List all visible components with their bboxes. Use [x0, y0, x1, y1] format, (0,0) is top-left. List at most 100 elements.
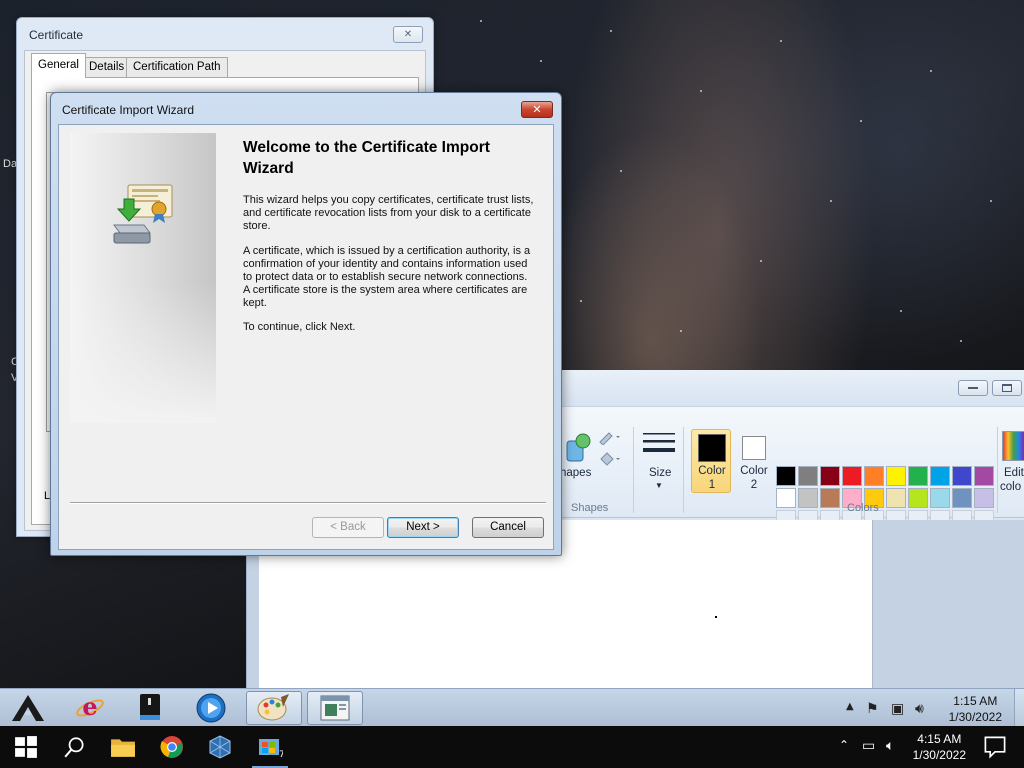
chrome-icon[interactable] [159, 735, 185, 759]
media-player-icon [196, 693, 226, 723]
edit-colors-label-2[interactable]: colo [1000, 481, 1021, 493]
palette-swatch[interactable] [930, 466, 950, 486]
palette-swatch[interactable] [776, 466, 796, 486]
fill-bucket-icon[interactable] [597, 451, 623, 467]
wizard-side-banner [70, 133, 216, 423]
palette-swatch[interactable] [908, 488, 928, 508]
close-icon: ✕ [532, 103, 542, 116]
wizard-divider [70, 502, 546, 504]
palette-swatch[interactable] [776, 488, 796, 508]
svg-text:e: e [82, 693, 97, 721]
taskbar-media-player-button[interactable] [183, 691, 239, 725]
desktop-icon-label[interactable]: Da [3, 158, 17, 170]
edit-colors-icon[interactable] [1002, 431, 1024, 461]
taskbar-drive-button[interactable] [122, 691, 178, 725]
close-button[interactable]: ✕ [393, 26, 423, 43]
vm-taskbar: e ▲ ⚑ ▣ 🔊︎ 1:15 AM 1/30/2022 [0, 688, 1024, 727]
palette-swatch[interactable] [798, 466, 818, 486]
palette-swatch[interactable] [974, 488, 994, 508]
shapes-button-label[interactable]: hapes [560, 467, 591, 479]
palette-swatch[interactable] [820, 466, 840, 486]
color2-swatch [742, 436, 766, 460]
vm-time: 1:15 AM [953, 694, 998, 708]
host-volume-muted-icon[interactable]: 🔈︎ [886, 738, 894, 754]
taskbar-vm-button[interactable]: 7 [252, 735, 288, 768]
palette-swatch[interactable] [864, 466, 884, 486]
host-time: 4:15 AM [917, 732, 962, 746]
color2-button[interactable]: Color 2 [733, 429, 773, 493]
palette-swatch[interactable] [930, 488, 950, 508]
taskbar-paint-button[interactable] [246, 691, 302, 725]
adobe-a-icon [12, 695, 44, 721]
taskbar-adobe-button[interactable] [0, 691, 56, 725]
wizard-intro-paragraph: This wizard helps you copy certificates,… [243, 194, 534, 232]
shapes-icon[interactable] [563, 431, 593, 465]
colors-group-label: Colors [847, 502, 879, 514]
host-tray-overflow-icon[interactable]: ⌃ [839, 738, 849, 752]
size-lines-icon[interactable] [642, 431, 676, 459]
host-taskbar: 7 ⌃ ▭ 🔈︎ 4:15 AM 1/30/2022 [0, 726, 1024, 768]
palette-swatch[interactable] [798, 488, 818, 508]
cancel-button[interactable]: Cancel [472, 517, 544, 538]
tab-details[interactable]: Details [82, 57, 132, 77]
host-clock[interactable]: 4:15 AM 1/30/2022 [913, 731, 966, 763]
color2-number: 2 [750, 479, 758, 491]
action-center-flag-icon[interactable]: ⚑ [866, 701, 879, 717]
certificate-window-title: Certificate [29, 28, 84, 42]
minimize-icon [968, 387, 978, 389]
palette-swatch[interactable] [820, 488, 840, 508]
svg-text:7: 7 [279, 750, 283, 759]
palette-swatch[interactable] [908, 466, 928, 486]
network-icon[interactable]: ▣ [891, 701, 904, 717]
minimize-button[interactable] [958, 380, 988, 396]
edit-colors-label[interactable]: Edit [1004, 467, 1024, 479]
wizard-title: Certificate Import Wizard [62, 103, 195, 117]
certificate-install-icon [113, 184, 173, 244]
wizard-definition-paragraph: A certificate, which is issued by a cert… [243, 245, 531, 309]
tab-certification-path[interactable]: Certification Path [126, 57, 228, 77]
palette-swatch[interactable] [886, 488, 906, 508]
palette-swatch[interactable] [842, 466, 862, 486]
color1-swatch [698, 434, 726, 462]
taskbar-certificate-button[interactable] [307, 691, 363, 725]
show-desktop-button[interactable] [1014, 689, 1024, 727]
palette-swatch[interactable] [974, 466, 994, 486]
vm-windows7-icon: 7 [259, 739, 285, 760]
host-network-icon[interactable]: ▭ [862, 738, 875, 754]
certificate-import-wizard: Certificate Import Wizard ✕ Welcome to t… [50, 92, 562, 556]
size-button-label[interactable]: Size [649, 467, 671, 479]
close-icon: ✕ [403, 29, 413, 40]
shapes-group-label: Shapes [571, 502, 609, 514]
tab-general[interactable]: General [31, 53, 86, 78]
volume-icon[interactable]: 🔊︎ [915, 701, 924, 717]
tray-overflow-icon[interactable]: ▲ [846, 701, 854, 712]
maximize-icon [1002, 384, 1012, 392]
palette-swatch[interactable] [952, 488, 972, 508]
maximize-button[interactable] [992, 380, 1022, 396]
vm-clock[interactable]: 1:15 AM 1/30/2022 [949, 693, 1002, 725]
file-explorer-icon[interactable] [110, 735, 136, 759]
taskbar-ie-button[interactable]: e [62, 691, 118, 725]
virtualbox-icon[interactable] [207, 735, 233, 759]
paint-icon [257, 694, 289, 721]
outline-pencil-icon[interactable] [597, 429, 623, 445]
canvas-dot [715, 616, 717, 618]
back-button[interactable]: < Back [312, 517, 384, 538]
wizard-body: Welcome to the Certificate Import Wizard… [58, 124, 554, 550]
windows-start-icon[interactable] [13, 735, 39, 759]
search-icon[interactable] [62, 735, 88, 759]
wizard-continue-paragraph: To continue, click Next. [243, 321, 356, 333]
color2-label: Color [740, 465, 768, 477]
palette-swatch[interactable] [952, 466, 972, 486]
next-button[interactable]: Next > [387, 517, 459, 538]
color1-button[interactable]: Color 1 [691, 429, 731, 493]
palette-swatch[interactable] [886, 466, 906, 486]
host-date: 1/30/2022 [912, 748, 966, 762]
color1-label: Color [698, 465, 726, 477]
close-button[interactable]: ✕ [521, 101, 553, 118]
chevron-down-icon: ▼ [655, 481, 663, 490]
color1-number: 1 [708, 479, 716, 491]
internet-explorer-icon: e [76, 693, 104, 721]
drive-icon [140, 694, 160, 720]
notifications-icon[interactable] [982, 735, 1008, 759]
